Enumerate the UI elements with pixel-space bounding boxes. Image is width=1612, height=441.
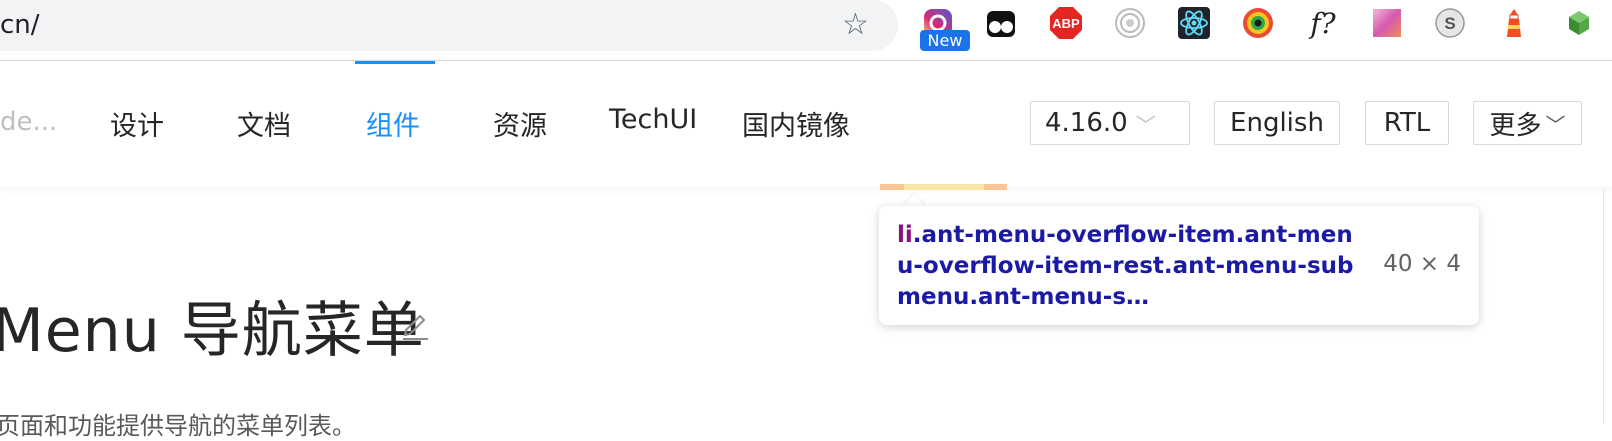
chevron-down-icon: ﹀ [1135,112,1156,137]
content-divider [1603,190,1604,424]
nav-item-components[interactable]: 组件 [366,104,420,143]
rtl-button[interactable]: RTL [1365,101,1449,145]
tooltip-selector: li.ant-menu-overflow-item.ant-menu-overf… [897,220,1367,313]
browser-toolbar: cn/ ☆ New ABP f? S [0,0,1612,61]
nav-item-resources[interactable]: 资源 [493,104,547,143]
address-bar[interactable]: cn/ [0,0,898,51]
target-rings-icon[interactable] [1113,6,1147,40]
more-button[interactable]: 更多 ﹀ [1473,101,1582,145]
svg-text:S: S [1444,14,1455,33]
active-nav-indicator [355,61,435,64]
green-cube-icon[interactable] [1562,6,1596,40]
tampermonkey-icon[interactable] [984,6,1018,40]
font-finder-icon[interactable]: f? [1306,6,1340,40]
svg-text:ABP: ABP [1052,16,1080,31]
more-label: 更多 [1489,110,1542,141]
inspector-tooltip: li.ant-menu-overflow-item.ant-menu-overf… [879,206,1479,325]
version-value: 4.16.0 [1045,108,1128,138]
site-header: de... 设计 文档 组件 资源 TechUI 国内镜像 4.16.0 ﹀ E… [0,61,1612,187]
tooltip-classes: .ant-menu-overflow-item.ant-menu-overflo… [897,222,1354,310]
gradient-grid-icon[interactable] [1370,6,1404,40]
nav-item-mirror[interactable]: 国内镜像 [742,104,850,143]
colorful-eye-icon[interactable] [1241,6,1275,40]
element-highlight-content [904,184,984,190]
version-select[interactable]: 4.16.0 ﹀ [1030,101,1190,145]
tooltip-tag: li [897,222,913,248]
language-button[interactable]: English [1214,101,1340,145]
new-badge: New [920,30,970,51]
search-input[interactable]: de... [0,107,57,137]
url-text[interactable]: cn/ [0,10,40,40]
nav-item-docs[interactable]: 文档 [237,104,291,143]
edit-icon[interactable] [400,308,430,340]
tooltip-size: 40 × 4 [1383,251,1461,277]
lighthouse-icon[interactable] [1497,6,1531,40]
nav-item-design[interactable]: 设计 [110,104,164,143]
nav-item-techui[interactable]: TechUI [609,104,697,135]
adblock-plus-icon[interactable]: ABP [1049,6,1083,40]
react-devtools-icon[interactable] [1177,6,1211,40]
bookmark-star-icon[interactable]: ☆ [842,7,869,42]
s-circle-icon[interactable]: S [1433,6,1467,40]
chevron-down-icon: ﹀ [1545,112,1566,137]
page-title: Menu 导航菜单 [0,296,425,366]
